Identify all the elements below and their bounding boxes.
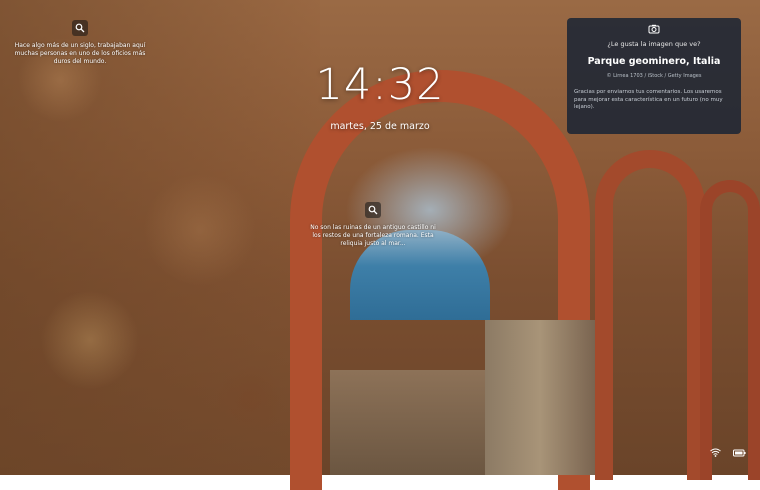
stone-pillar (485, 320, 595, 475)
brick-arch-2 (595, 150, 705, 480)
spotlight-card[interactable]: ¿Le gusta la imagen que ve? Parque geomi… (567, 18, 741, 134)
battery-icon[interactable] (733, 442, 746, 461)
wifi-icon[interactable] (710, 442, 721, 461)
card-title[interactable]: Parque geominero, Italia (574, 56, 734, 67)
card-credit: © Lirnea 1703 / iStock / Getty Images (606, 73, 702, 79)
status-tray (710, 442, 746, 461)
card-question: ¿Le gusta la imagen que ve? (607, 40, 701, 48)
camera-icon (574, 24, 734, 34)
card-message: Gracias por enviarnos tus comentarios. L… (574, 89, 723, 110)
magnifier-icon[interactable] (365, 202, 381, 218)
magnifier-icon[interactable] (72, 20, 88, 36)
hotspot-center-text: No son las ruinas de un antiguo castillo… (310, 224, 436, 247)
hotspot-center[interactable]: No son las ruinas de un antiguo castillo… (308, 202, 438, 248)
brick-arch-3 (700, 180, 760, 480)
